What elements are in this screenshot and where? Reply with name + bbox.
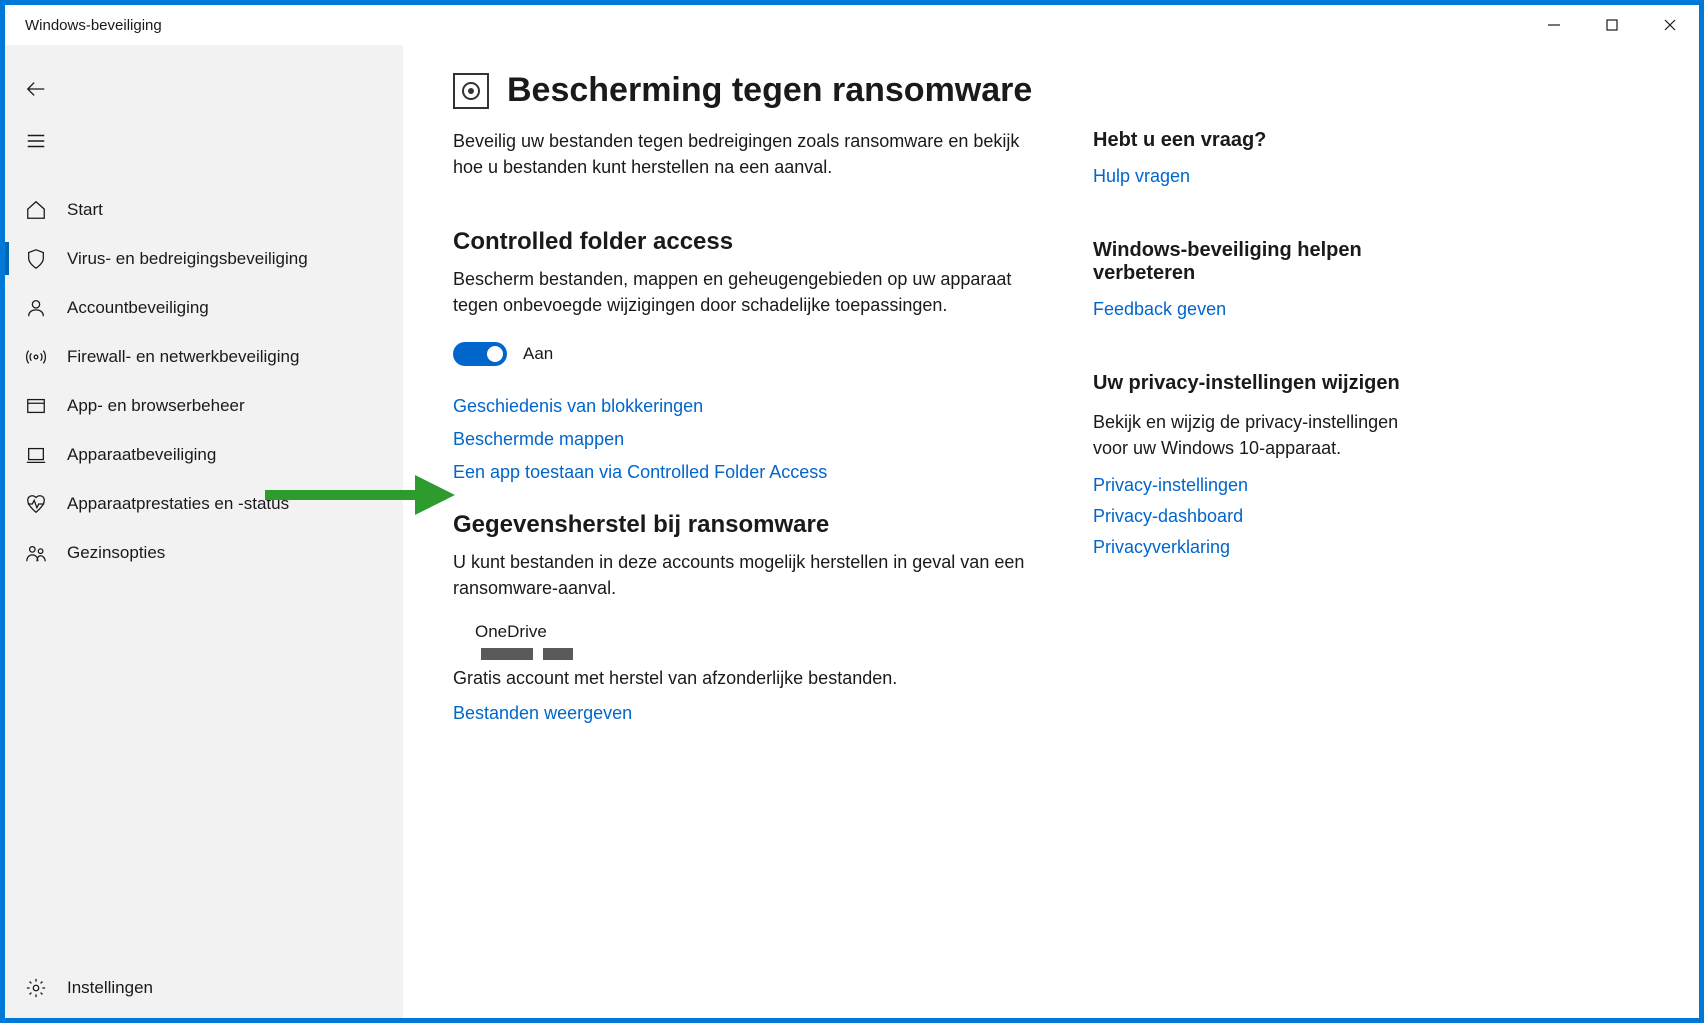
recovery-heading: Gegevensherstel bij ransomware <box>453 511 1033 539</box>
nav-label: Apparaatprestaties en -status <box>67 494 289 514</box>
aside-improve-heading: Windows-beveiliging helpen verbeteren <box>1093 239 1403 285</box>
nav-app-browser[interactable]: App- en browserbeheer <box>5 381 403 430</box>
cfa-heading: Controlled folder access <box>453 228 1033 256</box>
onedrive-title: OneDrive <box>475 622 1033 642</box>
nav-label: Firewall- en netwerkbeveiliging <box>67 347 299 367</box>
home-icon <box>25 199 47 221</box>
nav-label: Virus- en bedreigingsbeveiliging <box>67 249 308 269</box>
window-controls <box>1525 5 1699 45</box>
link-privacy-statement[interactable]: Privacyverklaring <box>1093 537 1403 558</box>
maximize-button[interactable] <box>1583 5 1641 45</box>
recovery-desc: U kunt bestanden in deze accounts mogeli… <box>453 549 1033 601</box>
cfa-toggle[interactable] <box>453 342 507 366</box>
titlebar: Windows-beveiliging <box>5 5 1699 45</box>
family-icon <box>25 542 47 564</box>
device-icon <box>25 444 47 466</box>
aside-question-heading: Hebt u een vraag? <box>1093 129 1403 152</box>
shield-icon <box>25 248 47 270</box>
link-help[interactable]: Hulp vragen <box>1093 166 1403 187</box>
cfa-toggle-row: Aan <box>453 342 1033 366</box>
onedrive-account-redacted <box>481 648 1033 660</box>
nav-label: Start <box>67 200 103 220</box>
settings-label: Instellingen <box>67 978 153 998</box>
nav-firewall[interactable]: Firewall- en netwerkbeveiliging <box>5 332 403 381</box>
window-title: Windows-beveiliging <box>25 17 162 34</box>
recovery-section: Gegevensherstel bij ransomware U kunt be… <box>453 511 1033 723</box>
link-feedback[interactable]: Feedback geven <box>1093 299 1403 320</box>
sidebar: Start Virus- en bedreigingsbeveiliging A… <box>5 45 403 1018</box>
nav-start[interactable]: Start <box>5 185 403 234</box>
page-title: Bescherming tegen ransomware <box>507 71 1032 110</box>
nav-label: Gezinsopties <box>67 543 165 563</box>
app-icon <box>25 395 47 417</box>
nav-label: Accountbeveiliging <box>67 298 209 318</box>
ransomware-icon <box>453 73 489 109</box>
nav-performance[interactable]: Apparaatprestaties en -status <box>5 479 403 528</box>
person-icon <box>25 297 47 319</box>
back-button[interactable] <box>5 63 403 115</box>
aside-privacy-heading: Uw privacy-instellingen wijzigen <box>1093 372 1403 395</box>
nav-label: Apparaatbeveiliging <box>67 445 216 465</box>
close-button[interactable] <box>1641 5 1699 45</box>
aside-privacy: Uw privacy-instellingen wijzigen Bekijk … <box>1093 372 1403 558</box>
onedrive-desc: Gratis account met herstel van afzonderl… <box>453 668 1033 689</box>
nav: Start Virus- en bedreigingsbeveiliging A… <box>5 185 403 958</box>
page-lead: Beveilig uw bestanden tegen bedreigingen… <box>453 128 1033 180</box>
body: Start Virus- en bedreigingsbeveiliging A… <box>5 45 1699 1018</box>
window: Windows-beveiliging Star <box>5 5 1699 1018</box>
content: Bescherming tegen ransomware Beveilig uw… <box>403 45 1699 1018</box>
nav-device-security[interactable]: Apparaatbeveiliging <box>5 430 403 479</box>
gear-icon <box>25 977 47 999</box>
link-block-history[interactable]: Geschiedenis van blokkeringen <box>453 396 1033 417</box>
main-column: Bescherming tegen ransomware Beveilig uw… <box>453 71 1033 1018</box>
link-show-files[interactable]: Bestanden weergeven <box>453 703 1033 724</box>
link-protected-folders[interactable]: Beschermde mappen <box>453 429 1033 450</box>
nav-family[interactable]: Gezinsopties <box>5 528 403 577</box>
aside-improve: Windows-beveiliging helpen verbeteren Fe… <box>1093 239 1403 320</box>
nav-label: App- en browserbeheer <box>67 396 245 416</box>
link-privacy-settings[interactable]: Privacy-instellingen <box>1093 475 1403 496</box>
minimize-button[interactable] <box>1525 5 1583 45</box>
network-icon <box>25 346 47 368</box>
settings-button[interactable]: Instellingen <box>5 958 403 1018</box>
page-title-row: Bescherming tegen ransomware <box>453 71 1033 110</box>
aside-privacy-desc: Bekijk en wijzig de privacy-instellingen… <box>1093 409 1403 461</box>
aside-column: Hebt u een vraag? Hulp vragen Windows-be… <box>1093 71 1403 1018</box>
aside-question: Hebt u een vraag? Hulp vragen <box>1093 129 1403 187</box>
hamburger-button[interactable] <box>5 115 403 167</box>
nav-account[interactable]: Accountbeveiliging <box>5 283 403 332</box>
cfa-desc: Bescherm bestanden, mappen en geheugenge… <box>453 266 1033 318</box>
cfa-toggle-label: Aan <box>523 344 553 364</box>
nav-virus-threat[interactable]: Virus- en bedreigingsbeveiliging <box>5 234 403 283</box>
link-allow-app[interactable]: Een app toestaan via Controlled Folder A… <box>453 462 1033 483</box>
heart-icon <box>25 493 47 515</box>
link-privacy-dashboard[interactable]: Privacy-dashboard <box>1093 506 1403 527</box>
